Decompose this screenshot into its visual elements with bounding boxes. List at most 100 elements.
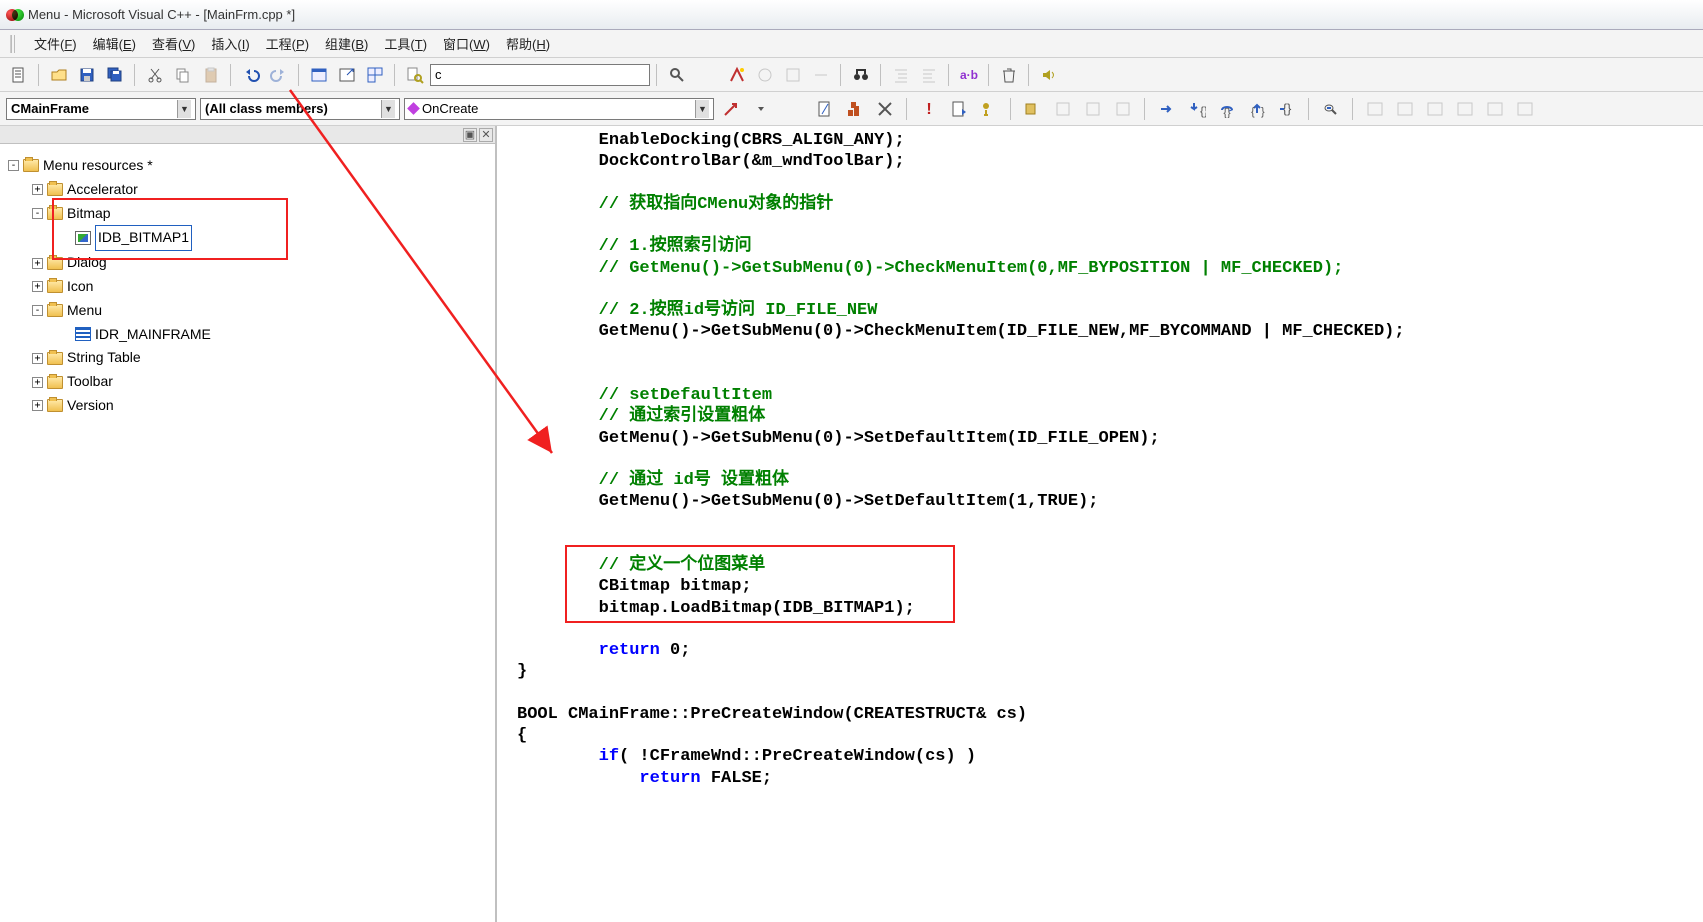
indent-button[interactable] [888,62,914,88]
menubar-grip[interactable] [10,35,16,53]
resource-tree[interactable]: -Menu resources *+Accelerator - BitmapIDB_… [0,144,495,428]
mem-win-icon[interactable] [1452,96,1478,122]
menu-item-h[interactable]: 帮助(H) [498,31,558,56]
binoculars-icon[interactable] [848,62,874,88]
disasm-win-icon[interactable] [1512,96,1538,122]
go-button[interactable] [946,96,972,122]
menu-item-i[interactable]: 插入(I) [203,31,257,56]
step-into-icon[interactable]: {} [1184,96,1210,122]
tool-c-icon[interactable] [780,62,806,88]
tool-d-icon[interactable] [808,62,834,88]
find-combo[interactable] [430,64,650,86]
tree-item[interactable]: +Toolbar [8,370,487,394]
class-combo-value: CMainFrame [11,101,89,116]
code-line: // 获取指向CMenu对象的指针 [517,194,1703,215]
panel-snap-icon[interactable]: ▣ [463,128,477,142]
redo-button[interactable] [266,62,292,88]
menu-item-e[interactable]: 编辑(E) [85,31,144,56]
tree-item[interactable]: - Bitmap [8,202,487,226]
actions-button[interactable] [748,96,774,122]
output-window-button[interactable] [334,62,360,88]
expand-icon[interactable]: + [32,258,43,269]
panel-close-icon[interactable]: ✕ [479,128,493,142]
filter-combo[interactable]: (All class members) ▼ [200,98,400,120]
tree-item[interactable]: -Menu [8,299,487,323]
code-editor[interactable]: EnableDocking(CBRS_ALIGN_ANY); DockContr… [497,126,1703,922]
undo-button[interactable] [238,62,264,88]
tool-a-icon[interactable] [724,62,750,88]
dbg3-icon[interactable] [1080,96,1106,122]
menu-item-v[interactable]: 查看(V) [144,31,203,56]
build-button[interactable] [842,96,868,122]
run-to-cursor-icon[interactable] [1154,96,1180,122]
tree-item[interactable]: + String Table [8,346,487,370]
copy-button[interactable] [170,62,196,88]
find-button[interactable] [664,62,690,88]
titlebar-text: Menu - Microsoft Visual C++ - [MainFrm.c… [28,7,295,22]
collapse-icon[interactable]: - [32,305,43,316]
step-over-icon[interactable]: {} [1214,96,1240,122]
dbg2-icon[interactable] [1050,96,1076,122]
tree-item-label: Dialog [67,251,107,275]
execute-button[interactable]: ! [916,96,942,122]
tree-item[interactable]: IDR_MAINFRAME [8,323,487,347]
member-combo[interactable]: OnCreate ▼ [404,98,714,120]
save-button[interactable] [74,62,100,88]
stop-build-button[interactable] [872,96,898,122]
tool-b-icon[interactable] [752,62,778,88]
tree-item[interactable]: +Accelerator [8,178,487,202]
code-line: } [517,661,1703,682]
workspace-button[interactable] [306,62,332,88]
menu-item-t[interactable]: 工具(T) [376,31,435,56]
class-combo[interactable]: CMainFrame ▼ [6,98,196,120]
watch-win-icon[interactable] [1362,96,1388,122]
goto-button[interactable] [718,96,744,122]
tree-item[interactable]: + Dialog [8,251,487,275]
toolbar-separator [1352,98,1354,120]
save-all-button[interactable] [102,62,128,88]
tree-root[interactable]: -Menu resources * [8,154,487,178]
expand-icon[interactable]: + [32,377,43,388]
vars-win-icon[interactable] [1392,96,1418,122]
regs-win-icon[interactable] [1422,96,1448,122]
toolbar-separator [230,64,232,86]
cut-button[interactable] [142,62,168,88]
app-icon [6,7,22,23]
sound-button[interactable] [1036,62,1062,88]
collapse-icon[interactable]: - [32,208,43,219]
outdent-button[interactable] [916,62,942,88]
stack-win-icon[interactable] [1482,96,1508,122]
tree-item[interactable]: +Version [8,394,487,418]
expand-icon[interactable]: + [32,353,43,364]
toolbar-separator [298,64,300,86]
compile-button[interactable] [812,96,838,122]
find-in-files-button[interactable] [402,62,428,88]
code-line: // 通过索引设置粗体 [517,406,1703,427]
tree-item-label: Bitmap [67,202,111,226]
run-cursor-icon[interactable]: {} [1274,96,1300,122]
code-line: CBitmap bitmap; [517,576,1703,597]
expand-icon[interactable]: + [32,281,43,292]
tree-item[interactable]: +Icon [8,275,487,299]
code-line: { [517,725,1703,746]
menu-item-b[interactable]: 组建(B) [317,31,376,56]
menu-item-p[interactable]: 工程(P) [258,31,317,56]
insert-breakpoint-button[interactable] [976,96,1002,122]
collapse-icon[interactable]: - [8,160,19,171]
quickwatch-icon[interactable] [1318,96,1344,122]
dbg4-icon[interactable] [1110,96,1136,122]
replace-button[interactable]: a·b [956,62,982,88]
window-list-button[interactable] [362,62,388,88]
delete-button[interactable] [996,62,1022,88]
new-text-file-button[interactable] [6,62,32,88]
tree-item[interactable]: IDB_BITMAP1 [8,225,487,251]
paste-button[interactable] [198,62,224,88]
tree-item-label: String Table [67,346,141,370]
step-out-icon[interactable]: {} [1244,96,1270,122]
open-button[interactable] [46,62,72,88]
dbg1-icon[interactable] [1020,96,1046,122]
menu-item-w[interactable]: 窗口(W) [435,31,498,56]
expand-icon[interactable]: + [32,400,43,411]
expand-icon[interactable]: + [32,184,43,195]
menu-item-f[interactable]: 文件(F) [26,31,85,56]
